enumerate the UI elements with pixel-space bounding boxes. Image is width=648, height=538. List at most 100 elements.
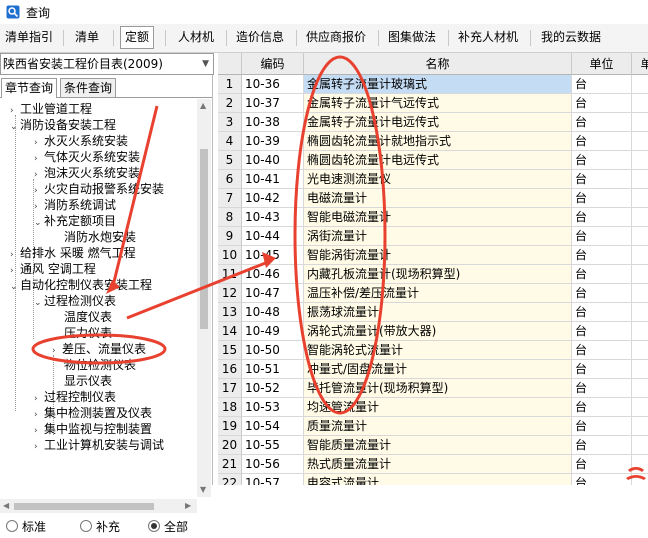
subtab-chapter-query[interactable]: 章节查询 <box>1 78 58 98</box>
price-cell <box>632 436 648 455</box>
row-number: 7 <box>218 189 242 208</box>
name-cell: 振荡球流量计 <box>304 303 572 322</box>
row-number: 12 <box>218 284 242 303</box>
library-name: 陕西省安装工程价目表(2009) <box>3 57 163 71</box>
row-number: 19 <box>218 417 242 436</box>
unit-cell: 台 <box>572 246 632 265</box>
tree-node[interactable]: 物位检测仪表 <box>64 357 136 373</box>
tab-separator <box>63 30 64 46</box>
tab-bill[interactable]: 清单 <box>75 27 99 48</box>
radio-standard[interactable] <box>6 520 18 532</box>
chevron-right-icon[interactable]: › <box>52 343 62 359</box>
scroll-down-icon[interactable]: ▼ <box>200 485 206 494</box>
name-cell: 智能质量流量计 <box>304 436 572 455</box>
tab-atlas-practice[interactable]: 图集做法 <box>388 27 436 48</box>
code-cell: 10-50 <box>242 341 304 360</box>
code-cell: 10-37 <box>242 94 304 113</box>
row-number: 21 <box>218 455 242 474</box>
tab-my-cloud-data[interactable]: 我的云数据 <box>541 27 601 48</box>
tree-node[interactable]: 显示仪表 <box>64 373 112 389</box>
code-cell: 10-54 <box>242 417 304 436</box>
name-cell: 质量流量计 <box>304 417 572 436</box>
price-cell <box>632 227 648 246</box>
tab-labor-material-machine[interactable]: 人材机 <box>178 27 214 48</box>
name-cell: 智能电磁流量计 <box>304 208 572 227</box>
chevron-right-icon[interactable]: › <box>34 439 44 455</box>
code-cell: 10-46 <box>242 265 304 284</box>
unit-cell: 台 <box>572 474 632 485</box>
tree-node[interactable]: › 集中检测装置及仪表 <box>34 405 152 421</box>
price-cell <box>632 75 648 94</box>
unit-cell: 台 <box>572 170 632 189</box>
tree-vertical-scrollbar[interactable]: ▲ ▼ <box>197 99 211 497</box>
unit-cell: 台 <box>572 227 632 246</box>
scroll-up-icon[interactable]: ▲ <box>200 101 206 110</box>
library-selector[interactable]: 陕西省安装工程价目表(2009) ▼ <box>0 53 214 75</box>
unit-cell: 台 <box>572 303 632 322</box>
unit-cell: 台 <box>572 189 632 208</box>
price-cell <box>632 417 648 436</box>
row-number: 17 <box>218 379 242 398</box>
tab-supplementary-lmm[interactable]: 补充人材机 <box>458 27 518 48</box>
tree-node[interactable]: › 工业管道工程 <box>10 101 92 117</box>
column-header-code[interactable]: 编码 <box>242 53 304 75</box>
tab-quota[interactable]: 定额 <box>120 26 155 49</box>
tab-bill-guide[interactable]: 清单指引 <box>5 27 53 48</box>
scroll-left-icon[interactable]: ◀ <box>3 501 9 510</box>
tree-node[interactable]: › 通风 空调工程 <box>10 261 96 277</box>
tree-node[interactable]: › 气体灭火系统安装 <box>34 149 140 165</box>
scroll-right-icon[interactable]: ▶ <box>185 501 191 510</box>
toolbar: 清单指引 清单 定额 人材机 造价信息 供应商报价 图集做法 补充人材机 我的云… <box>0 24 648 53</box>
tree-node[interactable]: › 水灭火系统安装 <box>34 133 128 149</box>
name-cell: 均速管流量计 <box>304 398 572 417</box>
tree-node[interactable]: › 工业计算机安装与调试 <box>34 437 164 453</box>
row-number: 15 <box>218 341 242 360</box>
subtab-condition-query[interactable]: 条件查询 <box>60 78 117 97</box>
unit-cell: 台 <box>572 113 632 132</box>
price-cell <box>632 398 648 417</box>
chevron-down-icon[interactable]: ⌄ <box>34 215 44 231</box>
tree-node[interactable]: ⌄ 补充定额项目 <box>34 213 116 229</box>
tree-node[interactable]: › 火灾自动报警系统安装 <box>34 181 164 197</box>
tree-node[interactable]: › 泡沫灭火系统安装 <box>34 165 140 181</box>
code-cell: 10-57 <box>242 474 304 485</box>
tree-node[interactable]: ⌄ 消防设备安装工程 <box>10 117 116 133</box>
column-header-unit[interactable]: 单位 <box>572 53 632 75</box>
column-header-price[interactable]: 单 <box>632 53 648 75</box>
window-title: 查询 <box>26 6 51 20</box>
price-cell <box>632 265 648 284</box>
name-cell: 冲量式/固盘流量计 <box>304 360 572 379</box>
tab-supplier-quote[interactable]: 供应商报价 <box>306 27 366 48</box>
radio-supplement[interactable] <box>80 520 92 532</box>
tree-node[interactable]: 温度仪表 <box>64 309 112 325</box>
tab-cost-info[interactable]: 造价信息 <box>236 27 284 48</box>
chapter-tree: › 工业管道工程 ⌄ 消防设备安装工程 › 水灭火系统安装 › 气体灭火系统安装 › 泡沫… <box>0 99 196 499</box>
tree-node[interactable]: › 消防系统调试 <box>34 197 116 213</box>
tree-node[interactable]: › 集中监视与控制装置 <box>34 421 152 437</box>
price-cell <box>632 189 648 208</box>
unit-cell: 台 <box>572 322 632 341</box>
tree-node[interactable]: ⌄ 过程检测仪表 <box>34 293 116 309</box>
code-cell: 10-48 <box>242 303 304 322</box>
chevron-down-icon[interactable]: ⌄ <box>34 295 44 311</box>
tree-node-selected[interactable]: › 差压、流量仪表 <box>52 341 146 357</box>
tree-node[interactable]: › 过程控制仪表 <box>34 389 116 405</box>
tree-horizontal-scrollbar[interactable]: ◀ ▶ <box>0 499 197 513</box>
tree-node[interactable]: 消防水炮安装 <box>64 229 136 245</box>
scroll-thumb[interactable] <box>14 503 154 510</box>
name-cell: 涡轮式流量计(带放大器) <box>304 322 572 341</box>
chevron-down-icon[interactable]: ⌄ <box>10 119 20 135</box>
tree-node[interactable]: 压力仪表 <box>64 325 112 341</box>
unit-cell: 台 <box>572 265 632 284</box>
tree-node[interactable]: › 给排水 采暖 燃气工程 <box>10 245 136 261</box>
scroll-thumb[interactable] <box>200 149 208 329</box>
chevron-down-icon[interactable]: ▼ <box>202 54 209 74</box>
price-cell <box>632 208 648 227</box>
price-cell <box>632 94 648 113</box>
unit-cell: 台 <box>572 132 632 151</box>
column-header-name[interactable]: 名称 <box>304 53 572 75</box>
radio-all[interactable] <box>148 520 160 532</box>
tree-node[interactable]: ⌄ 自动化控制仪表安装工程 <box>10 277 152 293</box>
name-cell: 内藏孔板流量计(现场积算型) <box>304 265 572 284</box>
chevron-down-icon[interactable]: ⌄ <box>10 279 20 295</box>
